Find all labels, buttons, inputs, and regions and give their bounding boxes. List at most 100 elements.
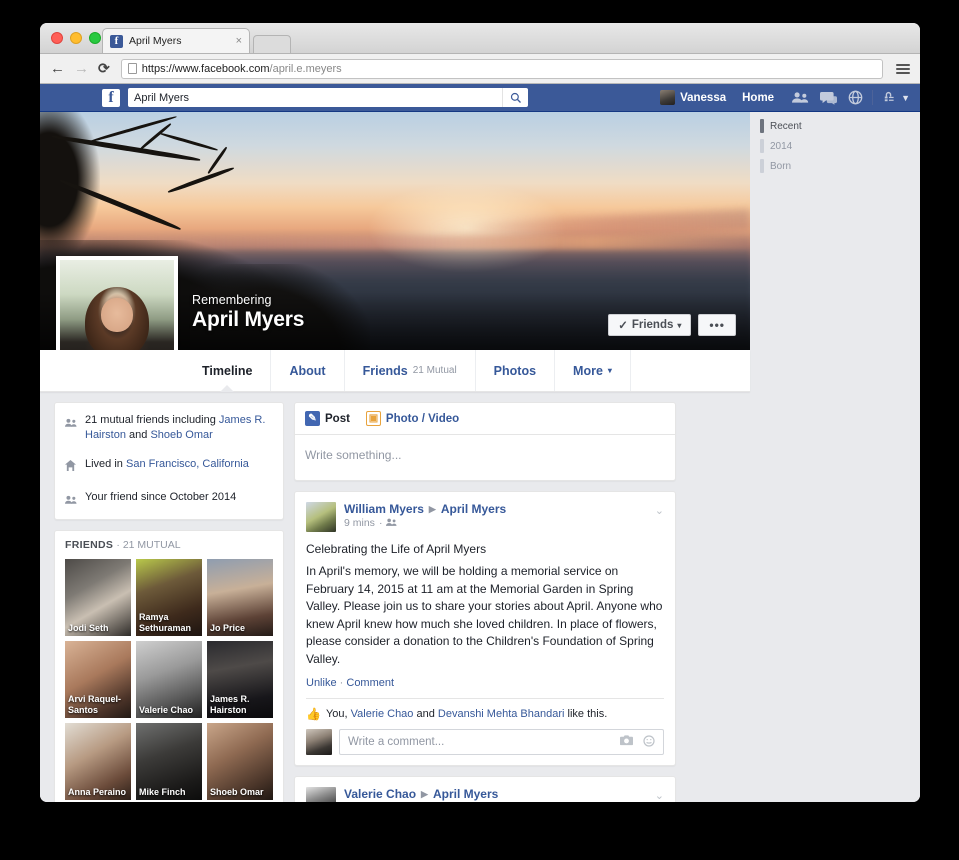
address-bar[interactable]: https://www.facebook.com/april.e.meyers xyxy=(121,59,883,79)
reload-icon[interactable]: ⟳ xyxy=(98,60,110,77)
friend-tile[interactable]: Mike Finch xyxy=(136,723,202,800)
back-icon[interactable]: ← xyxy=(50,60,65,77)
post-likes-text: You, Valerie Chao and Devanshi Mehta Bha… xyxy=(326,708,607,720)
friend-name: Mike Finch xyxy=(139,787,200,798)
friend-name: Jodi Seth xyxy=(68,623,129,634)
friends-card-count: · 21 Mutual xyxy=(116,539,180,551)
desktop-background: f April Myers × ← → ⟳ https://www.facebo… xyxy=(0,0,959,860)
minimize-window-button[interactable] xyxy=(70,32,82,44)
close-tab-icon[interactable]: × xyxy=(236,35,242,47)
post-like-button[interactable]: Unlike xyxy=(306,677,337,689)
post-header-meta: Valerie Chao ▶ April Myers 5 mins · xyxy=(344,787,664,802)
tab-about[interactable]: About xyxy=(271,350,344,391)
post-body: In April's memory, we will be holding a … xyxy=(306,563,664,668)
tab-photos[interactable]: Photos xyxy=(476,350,555,391)
account-caret-icon[interactable]: ▼ xyxy=(901,93,910,103)
friends-grid: Jodi Seth Ramya Sethuraman Jo Price Arvi… xyxy=(55,559,283,802)
friend-tile[interactable]: Ramya Sethuraman xyxy=(136,559,202,636)
friends-icon xyxy=(65,491,77,509)
tab-timeline[interactable]: Timeline xyxy=(184,350,271,391)
timeline-nav-recent[interactable]: Recent xyxy=(760,118,920,135)
browser-toolbar: ← → ⟳ https://www.facebook.com/april.e.m… xyxy=(40,54,920,84)
composer-tab-post-label: Post xyxy=(325,413,350,425)
post-author-avatar[interactable] xyxy=(306,787,336,802)
window-controls[interactable] xyxy=(51,32,101,44)
composer-tab-photo-video[interactable]: ▣ Photo / Video xyxy=(366,411,459,426)
composer-card: ✎ Post ▣ Photo / Video Write something..… xyxy=(294,402,676,481)
comment-input[interactable]: Write a comment... xyxy=(339,729,664,755)
hometown-link[interactable]: San Francisco, California xyxy=(126,458,249,470)
friend-requests-icon[interactable] xyxy=(792,91,809,104)
browser-menu-icon[interactable] xyxy=(896,64,910,74)
friend-tile[interactable]: Shoeb Omar xyxy=(207,723,273,800)
check-icon: ✓ xyxy=(618,318,628,332)
facebook-logo-icon[interactable]: f xyxy=(102,89,120,107)
friends-button[interactable]: ✓ Friends ▾ xyxy=(608,314,691,336)
composer-tab-post[interactable]: ✎ Post xyxy=(305,411,350,426)
post-author-name[interactable]: Valerie Chao xyxy=(344,787,416,801)
friend-tile[interactable]: Jodi Seth xyxy=(65,559,131,636)
camera-icon[interactable] xyxy=(620,735,633,750)
post-content: Valerie Chao ▶ April Myers 5 mins · xyxy=(295,777,675,802)
nav-avatar xyxy=(660,90,675,105)
friend-tile[interactable]: James R. Hairston xyxy=(207,641,273,718)
messages-icon[interactable] xyxy=(820,91,837,105)
tab-more-label: More xyxy=(573,364,603,378)
friend-tile[interactable]: Jo Price xyxy=(207,559,273,636)
post-card: Valerie Chao ▶ April Myers 5 mins · xyxy=(294,776,676,802)
search-input[interactable] xyxy=(134,92,502,104)
liker-link-2[interactable]: Devanshi Mehta Bhandari xyxy=(438,708,565,720)
tab-more[interactable]: More ▾ xyxy=(555,350,631,391)
facebook-navbar-right: Vanessa Home ▼ xyxy=(652,90,910,105)
forward-icon[interactable]: → xyxy=(74,60,89,77)
tabbar-filler xyxy=(631,350,750,391)
post-options-chevron-icon[interactable]: ⌄ xyxy=(655,504,664,517)
profile-photo[interactable] xyxy=(56,256,178,350)
facebook-favicon-icon: f xyxy=(110,35,123,48)
new-tab-button[interactable] xyxy=(253,35,291,53)
photo-icon: ▣ xyxy=(366,411,381,426)
timeline-nav-born[interactable]: Born xyxy=(760,158,920,175)
facebook-search-bar[interactable] xyxy=(128,88,528,107)
post-author-avatar[interactable] xyxy=(306,502,336,532)
cover-photo[interactable]: Remembering April Myers ✓ Friends ▾ ••• xyxy=(40,112,750,350)
friend-tile[interactable]: Arvi Raquel-Santos xyxy=(65,641,131,718)
liker-link-1[interactable]: Valerie Chao xyxy=(351,708,414,720)
page-body: Remembering April Myers ✓ Friends ▾ ••• … xyxy=(40,112,920,802)
more-options-button[interactable]: ••• xyxy=(698,314,736,336)
post-card: William Myers ▶ April Myers 9 mins · xyxy=(294,491,676,766)
post-subline: 9 mins · xyxy=(344,517,664,529)
nav-user-name[interactable]: Vanessa xyxy=(680,92,726,104)
profile-tabbar: Timeline About Friends 21 Mutual Photos … xyxy=(40,350,750,392)
close-window-button[interactable] xyxy=(51,32,63,44)
search-icon[interactable] xyxy=(502,88,528,107)
notifications-globe-icon[interactable] xyxy=(848,90,863,105)
friends-card-title[interactable]: Friends xyxy=(65,539,113,551)
nav-profile-link[interactable]: Vanessa xyxy=(652,90,734,105)
post-author-name[interactable]: William Myers xyxy=(344,502,424,516)
browser-titlebar: f April Myers × xyxy=(40,23,920,54)
emoji-icon[interactable] xyxy=(643,735,655,750)
post-timestamp[interactable]: 9 mins xyxy=(344,517,375,529)
page-info-icon[interactable] xyxy=(128,63,137,74)
intro-friend-since-text: Your friend since October 2014 xyxy=(85,490,236,505)
tab-friends[interactable]: Friends 21 Mutual xyxy=(345,350,476,391)
comment-box-avatar xyxy=(306,729,332,755)
post-target-name[interactable]: April Myers xyxy=(433,787,498,801)
friend-tile[interactable]: Anna Peraino xyxy=(65,723,131,800)
post-comment-button[interactable]: Comment xyxy=(346,677,394,689)
friend-tile[interactable]: Valerie Chao xyxy=(136,641,202,718)
privacy-shortcuts-icon[interactable] xyxy=(882,91,895,104)
post-target-name[interactable]: April Myers xyxy=(441,502,506,516)
friend-name: Arvi Raquel-Santos xyxy=(68,694,129,715)
composer-input[interactable]: Write something... xyxy=(295,435,675,480)
profile-name-block: Remembering April Myers xyxy=(192,293,304,332)
timeline-nav-2014[interactable]: 2014 xyxy=(760,138,920,155)
post-options-chevron-icon[interactable]: ⌄ xyxy=(655,789,664,802)
mutual-friend-link-2[interactable]: Shoeb Omar xyxy=(150,429,212,441)
maximize-window-button[interactable] xyxy=(89,32,101,44)
post-header: Valerie Chao ▶ April Myers 5 mins · xyxy=(306,787,664,802)
nav-home-link[interactable]: Home xyxy=(734,92,782,104)
post-audience-friends-icon[interactable] xyxy=(386,517,397,529)
browser-tab[interactable]: f April Myers × xyxy=(102,28,250,53)
